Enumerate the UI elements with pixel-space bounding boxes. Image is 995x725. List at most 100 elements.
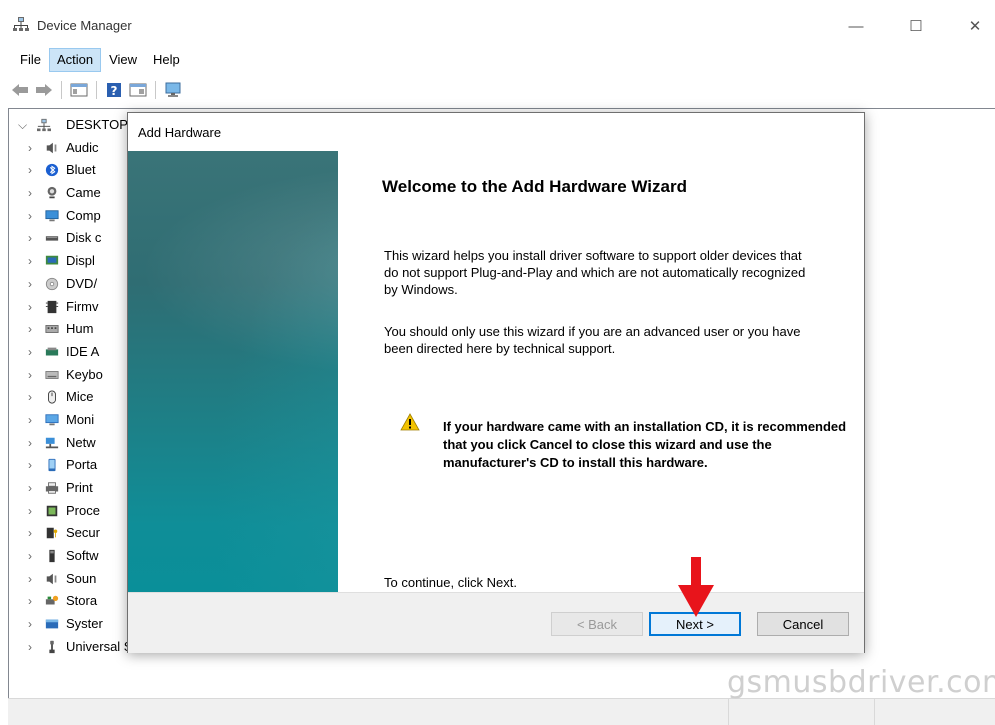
- collapsed-chevron-icon[interactable]: ›: [28, 386, 32, 408]
- collapsed-chevron-icon[interactable]: ›: [28, 409, 32, 431]
- toolbar-separator: [61, 81, 62, 99]
- monitor-icon: [45, 414, 59, 426]
- wizard-advice: You should only use this wizard if you a…: [384, 324, 801, 356]
- usb-icon: [49, 640, 55, 653]
- window-title: Device Manager: [37, 18, 132, 33]
- back-arrow-icon: [12, 84, 28, 96]
- red-arrow-icon: [678, 557, 714, 617]
- collapsed-chevron-icon[interactable]: ›: [28, 477, 32, 499]
- collapsed-chevron-icon[interactable]: ›: [28, 182, 32, 204]
- status-bar: [8, 698, 995, 725]
- tree-item-label: Netw: [66, 434, 96, 450]
- tree-item-label: Syster: [66, 616, 103, 632]
- security-device-icon: [46, 528, 58, 539]
- collapsed-chevron-icon[interactable]: ›: [28, 227, 32, 249]
- tree-item-label: Soun: [66, 570, 97, 586]
- close-icon: ✕: [968, 18, 982, 35]
- collapsed-chevron-icon[interactable]: ›: [28, 205, 32, 227]
- wizard-banner-image: [128, 151, 338, 592]
- collapsed-chevron-icon[interactable]: ›: [28, 500, 32, 522]
- status-divider: [728, 699, 729, 725]
- dvd-drive-icon: [45, 277, 59, 290]
- tree-item-label: Softw: [66, 548, 99, 564]
- tree-item-label: Secur: [66, 525, 100, 541]
- tree-item-label: Print: [66, 480, 93, 495]
- collapsed-chevron-icon[interactable]: ›: [28, 273, 32, 295]
- collapsed-chevron-icon[interactable]: ›: [28, 341, 32, 363]
- maximize-icon: ☐: [909, 18, 923, 35]
- warning-icon: [400, 413, 420, 431]
- collapsed-chevron-icon[interactable]: ›: [28, 522, 32, 544]
- help-toolbar-button[interactable]: ?: [104, 80, 124, 100]
- back-button[interactable]: < Back: [551, 612, 643, 636]
- menu-action[interactable]: Action: [48, 48, 102, 72]
- tree-item-label: Comp: [66, 207, 101, 223]
- dialog-button-bar: < Back Next > Cancel: [128, 592, 864, 653]
- software-device-icon: [49, 549, 55, 563]
- toolbar-separator: [155, 81, 156, 99]
- computer-network-icon: [37, 118, 51, 132]
- tree-item-label: Proce: [66, 502, 100, 518]
- tree-item-label: Stora: [66, 593, 98, 609]
- tree-item-label: Disk c: [66, 230, 102, 246]
- collapsed-chevron-icon[interactable]: ›: [28, 545, 32, 567]
- processor-icon: [46, 505, 58, 516]
- camera-icon: [47, 186, 57, 199]
- expanded-chevron-icon[interactable]: ⌵: [18, 114, 27, 136]
- collapsed-chevron-icon[interactable]: ›: [28, 159, 32, 181]
- collapsed-chevron-icon[interactable]: ›: [28, 137, 32, 159]
- collapsed-chevron-icon[interactable]: ›: [28, 636, 32, 658]
- maximize-button[interactable]: ☐: [896, 12, 936, 40]
- computer-icon: [45, 210, 59, 221]
- device-manager-icon: [13, 17, 29, 31]
- minimize-button[interactable]: —: [836, 12, 876, 40]
- printer-icon: [45, 482, 59, 494]
- system-device-icon: [45, 619, 59, 629]
- svg-text:?: ?: [111, 84, 118, 98]
- portable-device-icon: [48, 459, 56, 472]
- collapsed-chevron-icon[interactable]: ›: [28, 613, 32, 635]
- forward-arrow-icon: [36, 84, 52, 96]
- show-hide-tree-button[interactable]: [69, 80, 89, 100]
- collapsed-chevron-icon[interactable]: ›: [28, 364, 32, 386]
- storage-controller-icon: [45, 596, 59, 605]
- keyboard-icon: [45, 370, 59, 379]
- collapsed-chevron-icon[interactable]: ›: [28, 296, 32, 318]
- scan-monitor-icon: [165, 82, 181, 97]
- toolbar: ?: [10, 78, 183, 102]
- menu-file[interactable]: File: [12, 48, 49, 72]
- close-button[interactable]: ✕: [955, 12, 995, 40]
- cancel-button[interactable]: Cancel: [757, 612, 849, 636]
- menu-view[interactable]: View: [101, 48, 145, 72]
- tree-item-label: Porta: [66, 457, 98, 473]
- menu-help[interactable]: Help: [145, 48, 188, 72]
- title-bar[interactable]: Device Manager — ☐ ✕: [0, 0, 995, 44]
- collapsed-chevron-icon[interactable]: ›: [28, 250, 32, 272]
- collapsed-chevron-icon[interactable]: ›: [28, 454, 32, 476]
- scan-hardware-button[interactable]: [163, 80, 183, 100]
- forward-toolbar-button[interactable]: [34, 80, 54, 100]
- dialog-title: Add Hardware: [138, 125, 222, 140]
- collapsed-chevron-icon[interactable]: ›: [28, 590, 32, 612]
- minimize-icon: —: [848, 17, 864, 35]
- ide-controller-icon: [45, 347, 59, 356]
- collapsed-chevron-icon[interactable]: ›: [28, 432, 32, 454]
- continue-instruction: To continue, click Next.: [384, 575, 517, 590]
- tree-item-label: Moni: [66, 411, 95, 427]
- collapsed-chevron-icon[interactable]: ›: [28, 318, 32, 340]
- tree-item-label: Firmv: [66, 298, 99, 314]
- collapsed-chevron-icon[interactable]: ›: [28, 568, 32, 590]
- back-toolbar-button[interactable]: [10, 80, 30, 100]
- toolbar-separator: [96, 81, 97, 99]
- wizard-description: This wizard helps you install driver sof…: [384, 248, 806, 297]
- tree-item-label: Keybo: [66, 366, 103, 382]
- disk-drive-icon: [45, 236, 59, 242]
- tree-item-label: IDE A: [66, 343, 100, 359]
- status-divider: [874, 699, 875, 725]
- speaker-icon: [46, 142, 57, 153]
- properties-toolbar-button[interactable]: [128, 80, 148, 100]
- bluetooth-icon: [45, 164, 59, 177]
- help-icon: ?: [107, 83, 121, 98]
- firmware-icon: [45, 300, 59, 313]
- sound-icon: [46, 573, 57, 584]
